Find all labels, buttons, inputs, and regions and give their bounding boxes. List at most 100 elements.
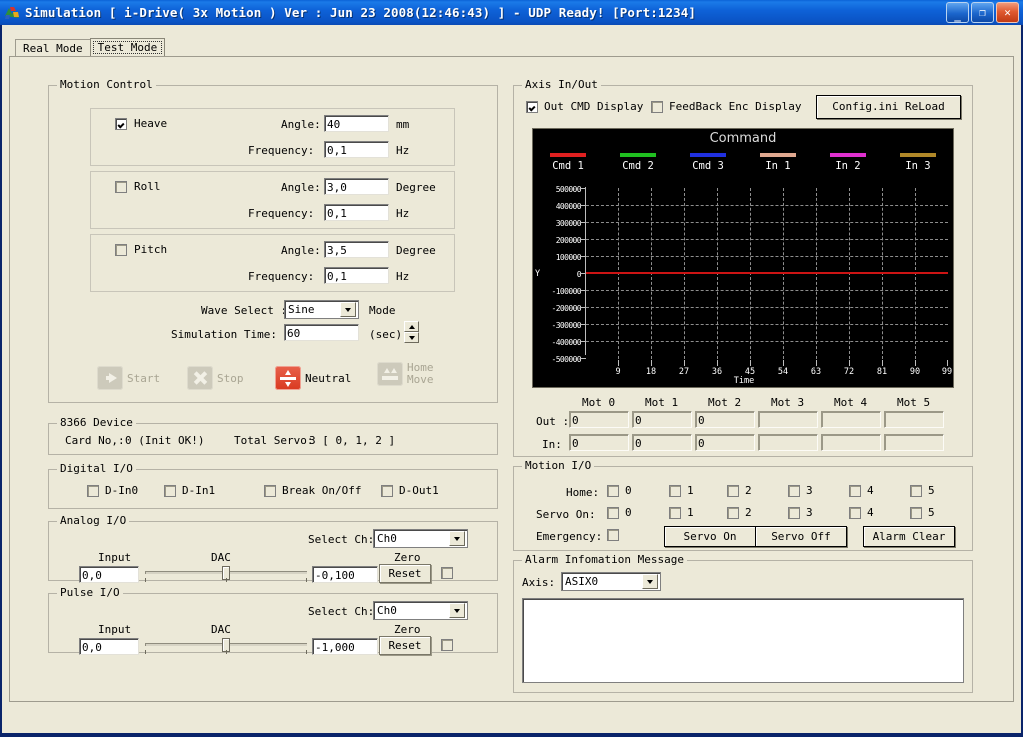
digital-io-item-break-on-off[interactable]: Break On/Off bbox=[264, 484, 361, 497]
stepper-down-button[interactable] bbox=[404, 332, 419, 343]
heave-checkbox[interactable] bbox=[115, 117, 127, 130]
stop-button[interactable]: Stop bbox=[187, 366, 244, 390]
test-mode-panel: Motion Control Heave Angle: 40 mm Freque… bbox=[9, 56, 1014, 702]
home-checkbox-0[interactable]: 0 bbox=[607, 484, 632, 497]
pulse-zero-checkbox[interactable] bbox=[441, 639, 453, 651]
heave-angle-input[interactable]: 40 bbox=[324, 115, 389, 132]
start-button[interactable]: Start bbox=[97, 366, 160, 390]
home-1-checkbox[interactable] bbox=[669, 484, 681, 497]
out-value-mot0[interactable]: 0 bbox=[569, 411, 629, 428]
analog-reset-button[interactable]: Reset bbox=[379, 564, 431, 583]
analog-input-field[interactable]: 0,0 bbox=[79, 566, 139, 583]
servo-4-checkbox[interactable] bbox=[849, 506, 861, 519]
home-checkbox-2[interactable]: 2 bbox=[727, 484, 752, 497]
heave-frequency-input[interactable]: 0,1 bbox=[324, 141, 389, 158]
minimize-button[interactable]: _ bbox=[946, 2, 969, 23]
config-ini-reload-button[interactable]: Config.ini ReLoad bbox=[816, 95, 961, 119]
tab-real-mode[interactable]: Real Mode bbox=[15, 39, 91, 56]
out-value-mot1[interactable]: 0 bbox=[632, 411, 692, 428]
home-move-button[interactable]: Home Move bbox=[377, 362, 434, 386]
feedback-enc-display-option[interactable]: FeedBack Enc Display bbox=[651, 100, 801, 113]
pulse-dac-slider[interactable] bbox=[145, 635, 307, 655]
stepper-up-button[interactable] bbox=[404, 321, 419, 332]
neutral-button[interactable]: Neutral bbox=[275, 366, 351, 390]
d-in0-checkbox[interactable] bbox=[87, 484, 99, 497]
roll-frequency-input[interactable]: 0,1 bbox=[324, 204, 389, 221]
home-3-checkbox[interactable] bbox=[788, 484, 800, 497]
out-cmd-display-option[interactable]: Out CMD Display bbox=[526, 100, 643, 113]
servo-5-checkbox[interactable] bbox=[910, 506, 922, 519]
alarm-message-textarea[interactable] bbox=[522, 598, 964, 683]
analog-select-ch-dropdown[interactable]: Ch0 bbox=[373, 529, 468, 548]
roll-angle-unit: Degree bbox=[396, 181, 436, 194]
maximize-button[interactable]: ❐ bbox=[971, 2, 994, 23]
in-value-mot1[interactable]: 0 bbox=[632, 434, 692, 451]
analog-dac-slider[interactable] bbox=[145, 563, 307, 583]
close-button[interactable]: ✕ bbox=[996, 2, 1019, 23]
roll-checkbox[interactable] bbox=[115, 180, 127, 193]
out-value-mot5[interactable] bbox=[884, 411, 944, 428]
in-value-mot2[interactable]: 0 bbox=[695, 434, 755, 451]
pitch-checkbox[interactable] bbox=[115, 243, 127, 256]
series-line-cmd1 bbox=[586, 272, 948, 274]
chevron-down-icon[interactable] bbox=[449, 531, 465, 546]
analog-dac-field[interactable]: -0,100 bbox=[312, 566, 378, 583]
home-0-checkbox[interactable] bbox=[607, 484, 619, 497]
in-value-mot0[interactable]: 0 bbox=[569, 434, 629, 451]
simulation-time-stepper[interactable] bbox=[404, 321, 419, 343]
servo-1-checkbox[interactable] bbox=[669, 506, 681, 519]
pulse-reset-button[interactable]: Reset bbox=[379, 636, 431, 655]
servo-2-checkbox[interactable] bbox=[727, 506, 739, 519]
in-value-mot5[interactable] bbox=[884, 434, 944, 451]
feedback-enc-display-checkbox[interactable] bbox=[651, 100, 663, 113]
home-4-checkbox[interactable] bbox=[849, 484, 861, 497]
home-checkbox-1[interactable]: 1 bbox=[669, 484, 694, 497]
y-tick-label: 0 bbox=[576, 270, 582, 279]
servo-on-button[interactable]: Servo On bbox=[664, 526, 756, 547]
out-value-mot4[interactable] bbox=[821, 411, 881, 428]
pitch-frequency-input[interactable]: 0,1 bbox=[324, 267, 389, 284]
digital-io-item-d-in0[interactable]: D-In0 bbox=[87, 484, 138, 497]
analog-zero-checkbox[interactable] bbox=[441, 567, 453, 579]
digital-io-item-d-in1[interactable]: D-In1 bbox=[164, 484, 215, 497]
emergency-checkbox[interactable] bbox=[607, 529, 619, 541]
home-checkbox-3[interactable]: 3 bbox=[788, 484, 813, 497]
out-value-mot2[interactable]: 0 bbox=[695, 411, 755, 428]
servo-checkbox-0[interactable]: 0 bbox=[607, 506, 632, 519]
d-in1-checkbox[interactable] bbox=[164, 484, 176, 497]
home-checkbox-5[interactable]: 5 bbox=[910, 484, 935, 497]
break-on-off-checkbox[interactable] bbox=[264, 484, 276, 497]
d-out1-checkbox[interactable] bbox=[381, 484, 393, 497]
servo-checkbox-3[interactable]: 3 bbox=[788, 506, 813, 519]
out-value-mot3[interactable] bbox=[758, 411, 818, 428]
home-checkbox-4[interactable]: 4 bbox=[849, 484, 874, 497]
chevron-down-icon[interactable] bbox=[340, 302, 356, 317]
simulation-time-input[interactable]: 60 bbox=[284, 324, 359, 341]
in-value-mot4[interactable] bbox=[821, 434, 881, 451]
gridline-horizontal bbox=[586, 324, 948, 325]
pulse-input-field[interactable]: 0,0 bbox=[79, 638, 139, 655]
pulse-select-ch-dropdown[interactable]: Ch0 bbox=[373, 601, 468, 620]
servo-3-checkbox[interactable] bbox=[788, 506, 800, 519]
roll-angle-input[interactable]: 3,0 bbox=[324, 178, 389, 195]
servo-checkbox-2[interactable]: 2 bbox=[727, 506, 752, 519]
alarm-axis-dropdown[interactable]: ASIX0 bbox=[561, 572, 661, 591]
wave-select-dropdown[interactable]: Sine bbox=[284, 300, 359, 319]
servo-off-button[interactable]: Servo Off bbox=[755, 526, 847, 547]
digital-io-item-d-out1[interactable]: D-Out1 bbox=[381, 484, 439, 497]
command-chart[interactable]: Command Cmd 1 Cmd 2 Cmd 3 In 1 In 2 In 3… bbox=[532, 128, 954, 388]
out-cmd-display-checkbox[interactable] bbox=[526, 100, 538, 113]
pulse-dac-field[interactable]: -1,000 bbox=[312, 638, 378, 655]
tab-test-mode[interactable]: Test Mode bbox=[89, 38, 166, 56]
servo-checkbox-1[interactable]: 1 bbox=[669, 506, 694, 519]
servo-checkbox-4[interactable]: 4 bbox=[849, 506, 874, 519]
chevron-down-icon[interactable] bbox=[642, 574, 658, 589]
alarm-clear-button[interactable]: Alarm Clear bbox=[863, 526, 955, 547]
chevron-down-icon[interactable] bbox=[449, 603, 465, 618]
pitch-angle-input[interactable]: 3,5 bbox=[324, 241, 389, 258]
home-5-checkbox[interactable] bbox=[910, 484, 922, 497]
in-value-mot3[interactable] bbox=[758, 434, 818, 451]
servo-checkbox-5[interactable]: 5 bbox=[910, 506, 935, 519]
servo-0-checkbox[interactable] bbox=[607, 506, 619, 519]
home-2-checkbox[interactable] bbox=[727, 484, 739, 497]
